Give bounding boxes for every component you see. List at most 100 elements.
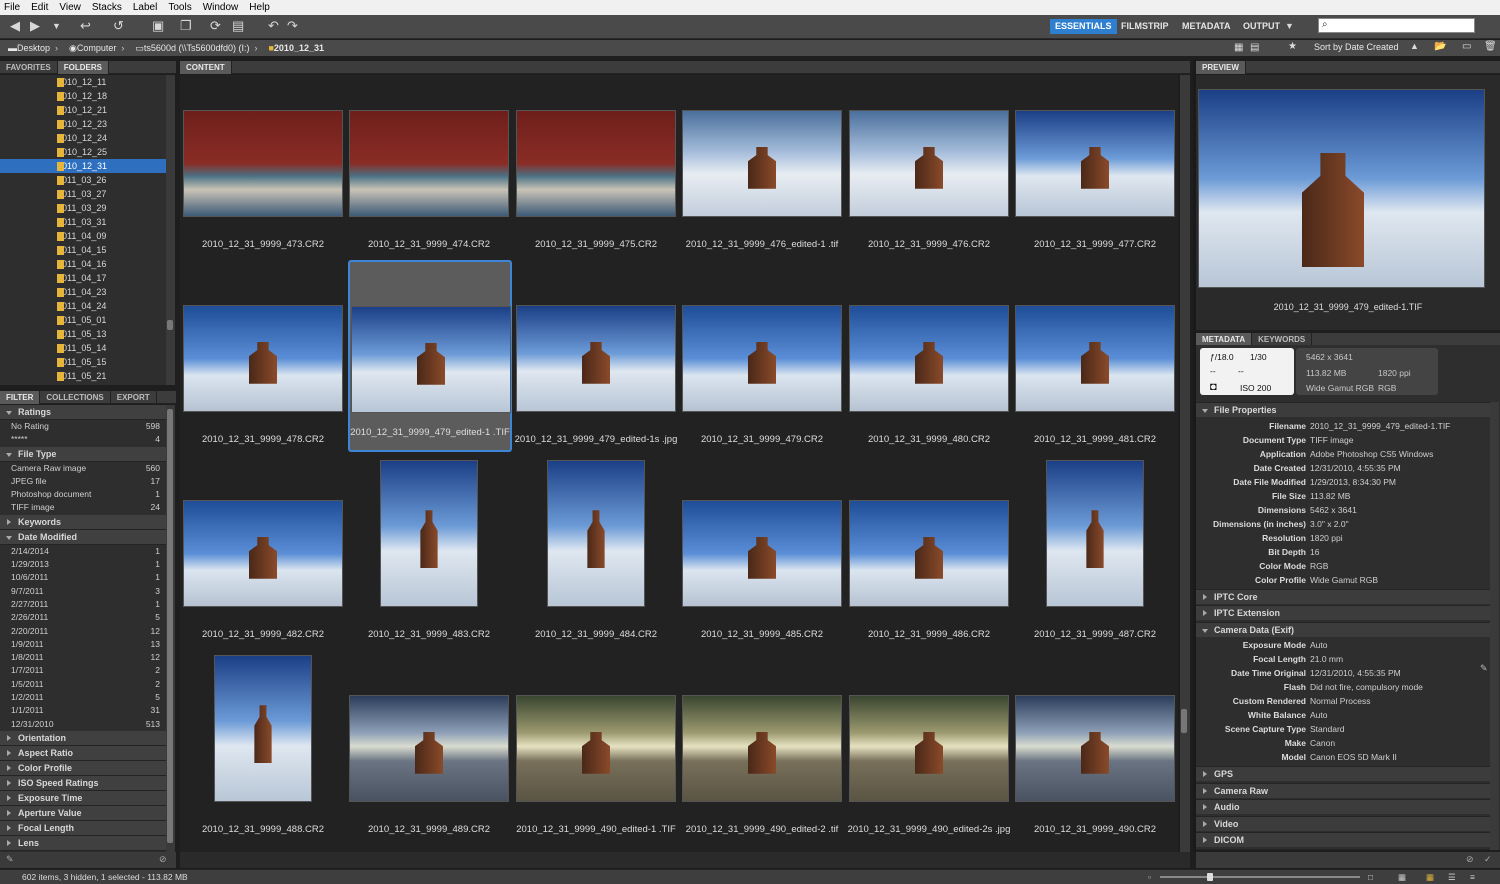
filter-row[interactable]: 2/20/2011 12 xyxy=(0,625,166,638)
workspace-metadata[interactable]: METADATA xyxy=(1177,19,1236,34)
filter-section-header[interactable]: Exposure Time xyxy=(0,790,166,806)
menu-tools[interactable]: Tools xyxy=(168,2,191,13)
thumbnail[interactable]: 2010_12_31_9999_477.CR2 xyxy=(1012,110,1178,300)
folder-item[interactable]: 2010_12_31 xyxy=(0,159,166,173)
thumbnail[interactable]: 2010_12_31_9999_485.CR2 xyxy=(679,500,845,690)
clear-filter-icon[interactable]: ⊘ xyxy=(159,854,167,865)
workspace-output[interactable]: OUTPUT xyxy=(1238,19,1285,34)
folder-item[interactable]: 2011_05_13 xyxy=(0,327,166,341)
filter-row[interactable]: 1/7/2011 2 xyxy=(0,664,166,677)
breadcrumb-item[interactable]: ◉ Computer › xyxy=(69,43,129,54)
menu-help[interactable]: Help xyxy=(249,2,270,13)
tab-filter[interactable]: FILTER xyxy=(0,391,41,404)
folder-item[interactable]: 2010_12_24 xyxy=(0,131,166,145)
folder-item[interactable]: 2011_05_14 xyxy=(0,341,166,355)
filter-row[interactable]: 1/29/2013 1 xyxy=(0,558,166,571)
folder-item[interactable]: 2010_12_25 xyxy=(0,145,166,159)
metadata-section-header[interactable]: GPS xyxy=(1196,766,1490,781)
thumbnail[interactable]: 2010_12_31_9999_488.CR2 xyxy=(180,655,346,852)
rotate-icon[interactable]: ↺ xyxy=(113,19,124,33)
thumbnail[interactable]: 2010_12_31_9999_479_edited-1 .TIF xyxy=(348,260,512,452)
filter-section-header[interactable]: ISO Speed Ratings xyxy=(0,775,166,791)
filter-row[interactable]: 1/2/2011 5 xyxy=(0,691,166,704)
filter-row[interactable]: 10/6/2011 1 xyxy=(0,571,166,584)
workspace-dropdown-icon[interactable]: ▼ xyxy=(1285,19,1294,33)
boomerang-icon[interactable]: ↩ xyxy=(80,19,91,33)
filter-section-header[interactable]: Date Modified xyxy=(0,529,166,545)
folder-item[interactable]: 2011_05_21 xyxy=(0,369,166,383)
thumbnail[interactable]: 2010_12_31_9999_490.CR2 xyxy=(1012,695,1178,852)
view-details-icon[interactable]: ☰ xyxy=(1448,870,1456,884)
metadata-section-header[interactable]: Audio xyxy=(1196,799,1490,814)
metadata-section-header[interactable]: IPTC Core xyxy=(1196,588,1490,604)
folder-item[interactable]: 2010_12_23 xyxy=(0,117,166,131)
filter-section-header[interactable]: Focal Length xyxy=(0,820,166,836)
camera-import-icon[interactable]: ▣ xyxy=(152,19,164,33)
breadcrumb-item[interactable]: ▭ ts5600d (\\Ts5600dfd0) (I:) › xyxy=(135,43,262,54)
folder-item[interactable]: 2011_04_09 xyxy=(0,229,166,243)
menu-edit[interactable]: Edit xyxy=(31,2,48,13)
menu-file[interactable]: File xyxy=(4,2,20,13)
tab-export[interactable]: EXPORT xyxy=(111,391,157,404)
filter-row[interactable]: 1/5/2011 2 xyxy=(0,678,166,691)
metadata-section-header[interactable]: DICOM xyxy=(1196,832,1490,847)
folder-item[interactable]: 2011_04_15 xyxy=(0,243,166,257)
thumbnail[interactable]: 2010_12_31_9999_486.CR2 xyxy=(846,500,1012,690)
tab-content[interactable]: CONTENT xyxy=(180,61,232,74)
metadata-section-header[interactable]: Camera Raw xyxy=(1196,782,1490,798)
view-list-icon[interactable]: ≡ xyxy=(1470,870,1475,884)
folder-item[interactable]: 2011_05_15 xyxy=(0,355,166,369)
filter-row[interactable]: 1/9/2011 13 xyxy=(0,638,166,651)
apply-icon[interactable]: ✓ xyxy=(1484,854,1492,865)
thumbnail[interactable]: 2010_12_31_9999_478.CR2 xyxy=(180,305,346,495)
filter-row[interactable]: Photoshop document 1 xyxy=(0,488,166,501)
search-input[interactable]: ⌕ xyxy=(1318,18,1475,33)
view-options-icon[interactable]: ▤ xyxy=(1250,42,1259,53)
thumbnail[interactable]: 2010_12_31_9999_490_edited-1 .TIF xyxy=(513,695,679,852)
filter-section-header[interactable]: Keywords xyxy=(0,514,166,530)
content-scrollbar[interactable] xyxy=(1180,75,1190,852)
filter-row[interactable]: 1/1/2011 31 xyxy=(0,704,166,717)
grid-lock-icon[interactable]: ▦ xyxy=(1398,870,1406,884)
filter-row[interactable]: No Rating 598 xyxy=(0,420,166,433)
forward-icon[interactable]: ▶ xyxy=(30,19,40,33)
tab-favorites[interactable]: FAVORITES xyxy=(0,61,58,74)
star-filter-icon[interactable]: ★ xyxy=(1288,41,1297,52)
filter-section-header[interactable]: Ratings xyxy=(0,405,166,420)
filter-section-header[interactable]: Color Profile xyxy=(0,760,166,776)
thumbnail[interactable]: 2010_12_31_9999_490_edited-2s .jpg xyxy=(846,695,1012,852)
view-thumbnails-icon[interactable]: ▦ xyxy=(1426,870,1434,884)
tab-folders[interactable]: FOLDERS xyxy=(57,61,109,74)
sort-dropdown[interactable]: Sort by Date Created xyxy=(1314,42,1399,52)
filter-row[interactable]: 12/31/2010 513 xyxy=(0,718,166,731)
breadcrumb-item[interactable]: ■ 2010_12_31 xyxy=(268,43,324,54)
recent-dropdown-icon[interactable]: ▼ xyxy=(52,19,61,33)
filter-row[interactable]: 1/8/2011 12 xyxy=(0,651,166,664)
new-folder-icon[interactable]: ▭ xyxy=(1462,41,1471,52)
metadata-section-header[interactable]: File Properties xyxy=(1196,402,1490,417)
thumbnail[interactable]: 2010_12_31_9999_476_edited-1 .tif xyxy=(679,110,845,300)
folder-item[interactable]: 2011_04_24 xyxy=(0,299,166,313)
filter-row[interactable]: 2/27/2011 1 xyxy=(0,598,166,611)
filter-section-header[interactable]: Aperture Value xyxy=(0,805,166,821)
filter-section-header[interactable]: Lens xyxy=(0,835,166,851)
thumbnail[interactable]: 2010_12_31_9999_484.CR2 xyxy=(513,460,679,690)
filter-row[interactable]: JPEG file 17 xyxy=(0,475,166,488)
metadata-section-header[interactable]: IPTC Extension xyxy=(1196,605,1490,620)
filter-section-header[interactable]: File Type xyxy=(0,446,166,462)
filter-scrollbar[interactable] xyxy=(166,405,175,852)
thumbnail[interactable]: 2010_12_31_9999_483.CR2 xyxy=(346,460,512,690)
workspace-essentials[interactable]: ESSENTIALS xyxy=(1050,19,1117,34)
open-folder-icon[interactable]: 📂 xyxy=(1434,41,1446,52)
back-icon[interactable]: ◀ xyxy=(10,19,20,33)
thumbnail[interactable]: 2010_12_31_9999_490_edited-2 .tif xyxy=(679,695,845,852)
delete-icon[interactable]: 🗑 xyxy=(1484,41,1497,52)
folder-item[interactable]: 2011_03_27 xyxy=(0,187,166,201)
rotate-left-icon[interactable]: ↶ xyxy=(268,19,279,33)
thumbnail[interactable]: 2010_12_31_9999_473.CR2 xyxy=(180,110,346,300)
folder-item[interactable]: 2011_05_01 xyxy=(0,313,166,327)
tab-preview[interactable]: PREVIEW xyxy=(1196,61,1246,74)
menu-stacks[interactable]: Stacks xyxy=(92,2,122,13)
thumbnail[interactable]: 2010_12_31_9999_489.CR2 xyxy=(346,695,512,852)
folders-scrollbar[interactable] xyxy=(166,75,175,385)
